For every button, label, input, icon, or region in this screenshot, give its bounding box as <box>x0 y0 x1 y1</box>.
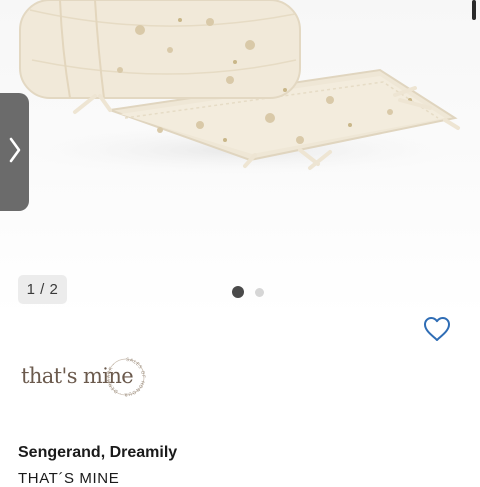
carousel-dot-2[interactable] <box>255 287 264 297</box>
image-counter: 1 / 2 <box>18 275 67 304</box>
carousel-dot-1[interactable] <box>232 286 244 298</box>
product-brand-name[interactable]: THAT´S MINE <box>18 470 119 487</box>
brand-logo[interactable]: that's mine SALES OF HONOUR · DENMARK · <box>18 355 148 403</box>
heart-outline-icon <box>423 316 451 347</box>
product-title: Sengerand, Dreamily <box>18 444 178 461</box>
product-image <box>19 0 460 175</box>
chevron-right-icon <box>9 137 21 168</box>
carousel-pagination <box>232 286 264 298</box>
add-to-wishlist-button[interactable] <box>422 316 452 347</box>
product-gallery: 1 / 2 <box>0 0 480 318</box>
page-scrollbar[interactable] <box>472 0 476 20</box>
next-image-button[interactable] <box>0 93 29 211</box>
svg-text:SALES OF HONOUR · DENMARK ·: SALES OF HONOUR · DENMARK · <box>106 357 146 397</box>
brand-seal-icon: SALES OF HONOUR · DENMARK · <box>106 357 146 397</box>
